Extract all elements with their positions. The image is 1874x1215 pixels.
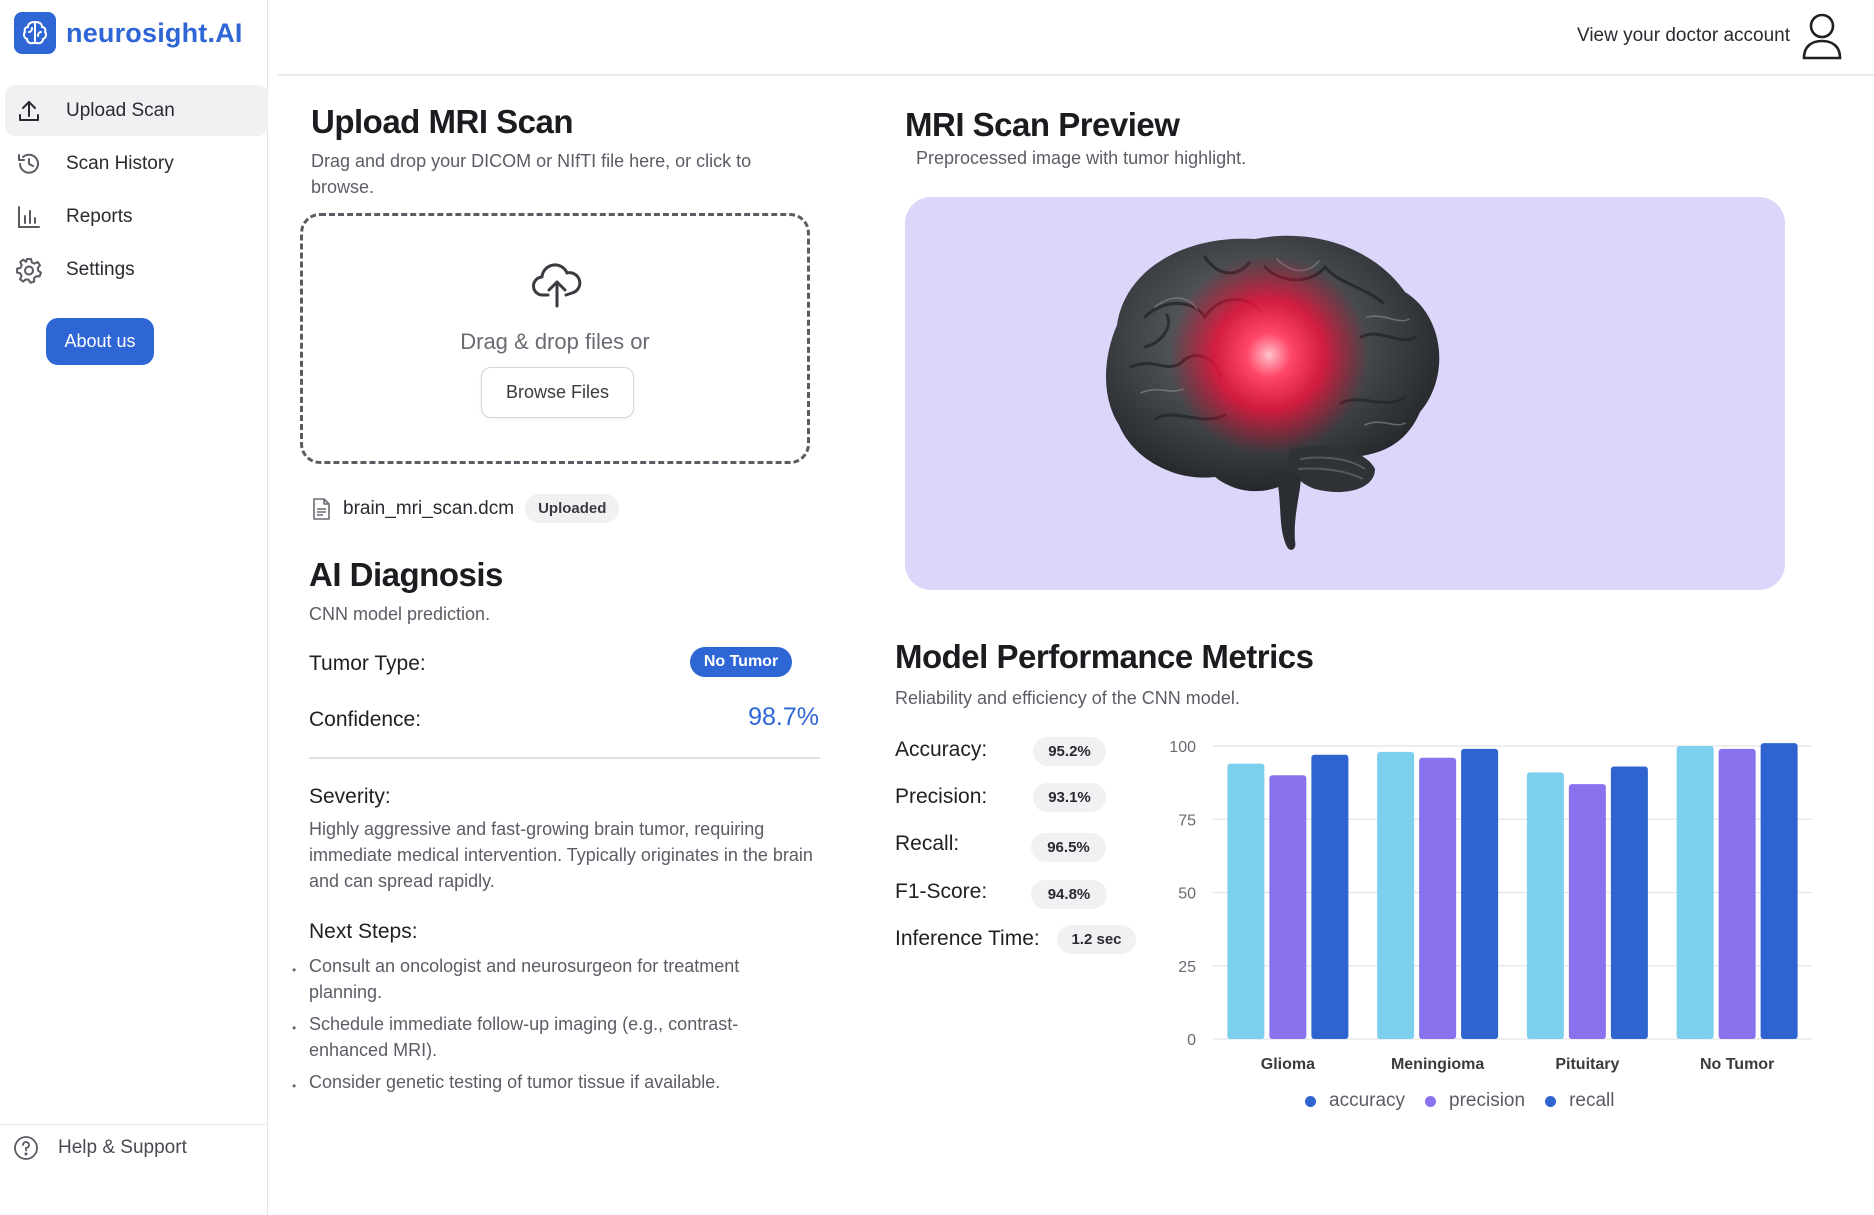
brand-name: neurosight.AI [66, 17, 243, 48]
upload-subtitle: Drag and drop your DICOM or NIfTI file h… [311, 151, 752, 197]
legend-dot [1545, 1095, 1557, 1107]
sidebar-item-label: Upload Scan [66, 99, 175, 121]
next-steps-list: Consult an oncologist and neurosurgeon f… [292, 953, 812, 1101]
sidebar-item-settings[interactable]: Settings [5, 244, 268, 295]
sidebar-item-label: Settings [66, 258, 135, 280]
bar-recall [1311, 754, 1349, 1039]
file-name: brain_mri_scan.dcm [343, 497, 515, 519]
list-item: Consult an oncologist and neurosurgeon f… [292, 953, 812, 1005]
cloud-upload-icon [532, 263, 582, 308]
top-header: View your doctor account [278, 0, 1874, 76]
tumor-type-badge: No Tumor [690, 647, 792, 677]
preview-subtitle: Preprocessed image with tumor highlight. [916, 148, 1247, 168]
confidence-label: Confidence: [309, 708, 422, 731]
chart-legend: accuracy precision recall [1305, 1090, 1634, 1112]
x-tick-label: Glioma [1261, 1056, 1315, 1073]
legend-dot [1305, 1095, 1316, 1107]
tumor-type-label: Tumor Type: [309, 652, 426, 675]
preview-title: MRI Scan Preview [905, 106, 1180, 143]
y-tick-label: 50 [1178, 886, 1196, 903]
confidence-value: 98.7% [748, 703, 819, 731]
mri-preview-panel [905, 197, 1785, 590]
section-divider [309, 757, 820, 759]
brain-logo-icon [14, 12, 56, 54]
browse-files-button[interactable]: Browse Files [481, 367, 634, 418]
bar-precision [1269, 775, 1307, 1039]
bar-accuracy [1676, 746, 1714, 1039]
x-tick-label: No Tumor [1700, 1056, 1774, 1073]
help-support-link[interactable]: Help & Support [0, 1124, 268, 1166]
bar-accuracy [1377, 751, 1415, 1039]
diagnosis-subtitle: CNN model prediction. [309, 604, 491, 624]
f1-score-value: 94.8% [1031, 880, 1107, 909]
file-dropzone[interactable]: Drag & drop files or Browse Files [300, 213, 810, 464]
doctor-account-label: View your doctor account [1577, 25, 1790, 46]
bar-precision [1419, 757, 1457, 1039]
about-us-button[interactable]: About us [46, 318, 154, 365]
y-tick-label: 100 [1169, 739, 1196, 756]
brain-scan-image [1106, 235, 1440, 550]
f1-score-label: F1-Score: [895, 880, 988, 903]
accuracy-value: 95.2% [1033, 737, 1106, 766]
user-icon [1802, 13, 1842, 60]
upload-icon [19, 100, 39, 121]
performance-bar-chart: 0 25 50 75 100 Glioma Meningioma Pituitary No Tu… [1169, 739, 1812, 1073]
next-steps-label: Next Steps: [309, 920, 418, 943]
legend-item-accuracy: accuracy [1305, 1090, 1405, 1112]
bar-recall [1461, 748, 1499, 1039]
legend-item-recall: recall [1545, 1090, 1614, 1112]
metrics-title: Model Performance Metrics [895, 638, 1314, 675]
sidebar-item-upload-scan[interactable]: Upload Scan [5, 85, 268, 136]
y-tick-label: 0 [1187, 1032, 1196, 1049]
sidebar: neurosight.AI Upload Scan Scan History R… [0, 0, 268, 1215]
history-icon [18, 153, 39, 174]
sidebar-item-reports[interactable]: Reports [5, 191, 268, 242]
gear-icon [16, 257, 42, 284]
legend-dot [1425, 1095, 1437, 1107]
diagnosis-title: AI Diagnosis [309, 556, 503, 593]
bar-accuracy [1526, 772, 1564, 1039]
legend-item-precision: precision [1425, 1090, 1525, 1112]
list-item: Consider genetic testing of tumor tissue… [292, 1069, 812, 1099]
bar-precision [1718, 748, 1756, 1039]
sidebar-item-label: Reports [66, 205, 133, 227]
accuracy-label: Accuracy: [895, 738, 988, 761]
dropzone-text: Drag & drop files or [460, 329, 650, 354]
legend-label: recall [1569, 1090, 1615, 1111]
uploaded-file: brain_mri_scan.dcm Uploaded [312, 494, 620, 523]
recall-label: Recall: [895, 832, 960, 855]
sidebar-item-label: Scan History [66, 152, 174, 174]
severity-text: Highly aggressive and fast-growing brain… [309, 819, 813, 891]
list-item: Schedule immediate follow-up imaging (e.… [292, 1011, 812, 1063]
y-tick-label: 25 [1178, 959, 1196, 976]
upload-title: Upload MRI Scan [311, 103, 574, 140]
sidebar-item-scan-history[interactable]: Scan History [5, 138, 268, 189]
help-label: Help & Support [58, 1136, 187, 1158]
bar-accuracy [1227, 763, 1265, 1039]
bar-chart-icon [18, 205, 40, 228]
bar-recall [1760, 743, 1798, 1039]
file-icon [313, 497, 330, 520]
brand-logo[interactable]: neurosight.AI [14, 12, 243, 54]
inference-time-value: 1.2 sec [1057, 925, 1136, 954]
inference-time-label: Inference Time: [895, 927, 1040, 950]
bar-recall [1610, 766, 1648, 1039]
recall-value: 96.5% [1031, 833, 1106, 862]
file-status-badge: Uploaded [525, 494, 620, 523]
metrics-subtitle: Reliability and efficiency of the CNN mo… [895, 688, 1240, 708]
x-tick-label: Meningioma [1391, 1056, 1484, 1073]
precision-label: Precision: [895, 785, 988, 808]
legend-label: accuracy [1329, 1090, 1406, 1111]
bar-precision [1568, 784, 1606, 1039]
help-icon [14, 1135, 38, 1160]
severity-label: Severity: [309, 785, 391, 808]
sidebar-nav: Upload Scan Scan History Reports Setting… [5, 85, 268, 297]
doctor-account-link[interactable]: View your doctor account [1577, 10, 1846, 62]
precision-value: 93.1% [1033, 783, 1106, 812]
y-tick-label: 75 [1178, 812, 1196, 829]
legend-label: precision [1449, 1090, 1526, 1111]
x-tick-label: Pituitary [1555, 1056, 1619, 1073]
